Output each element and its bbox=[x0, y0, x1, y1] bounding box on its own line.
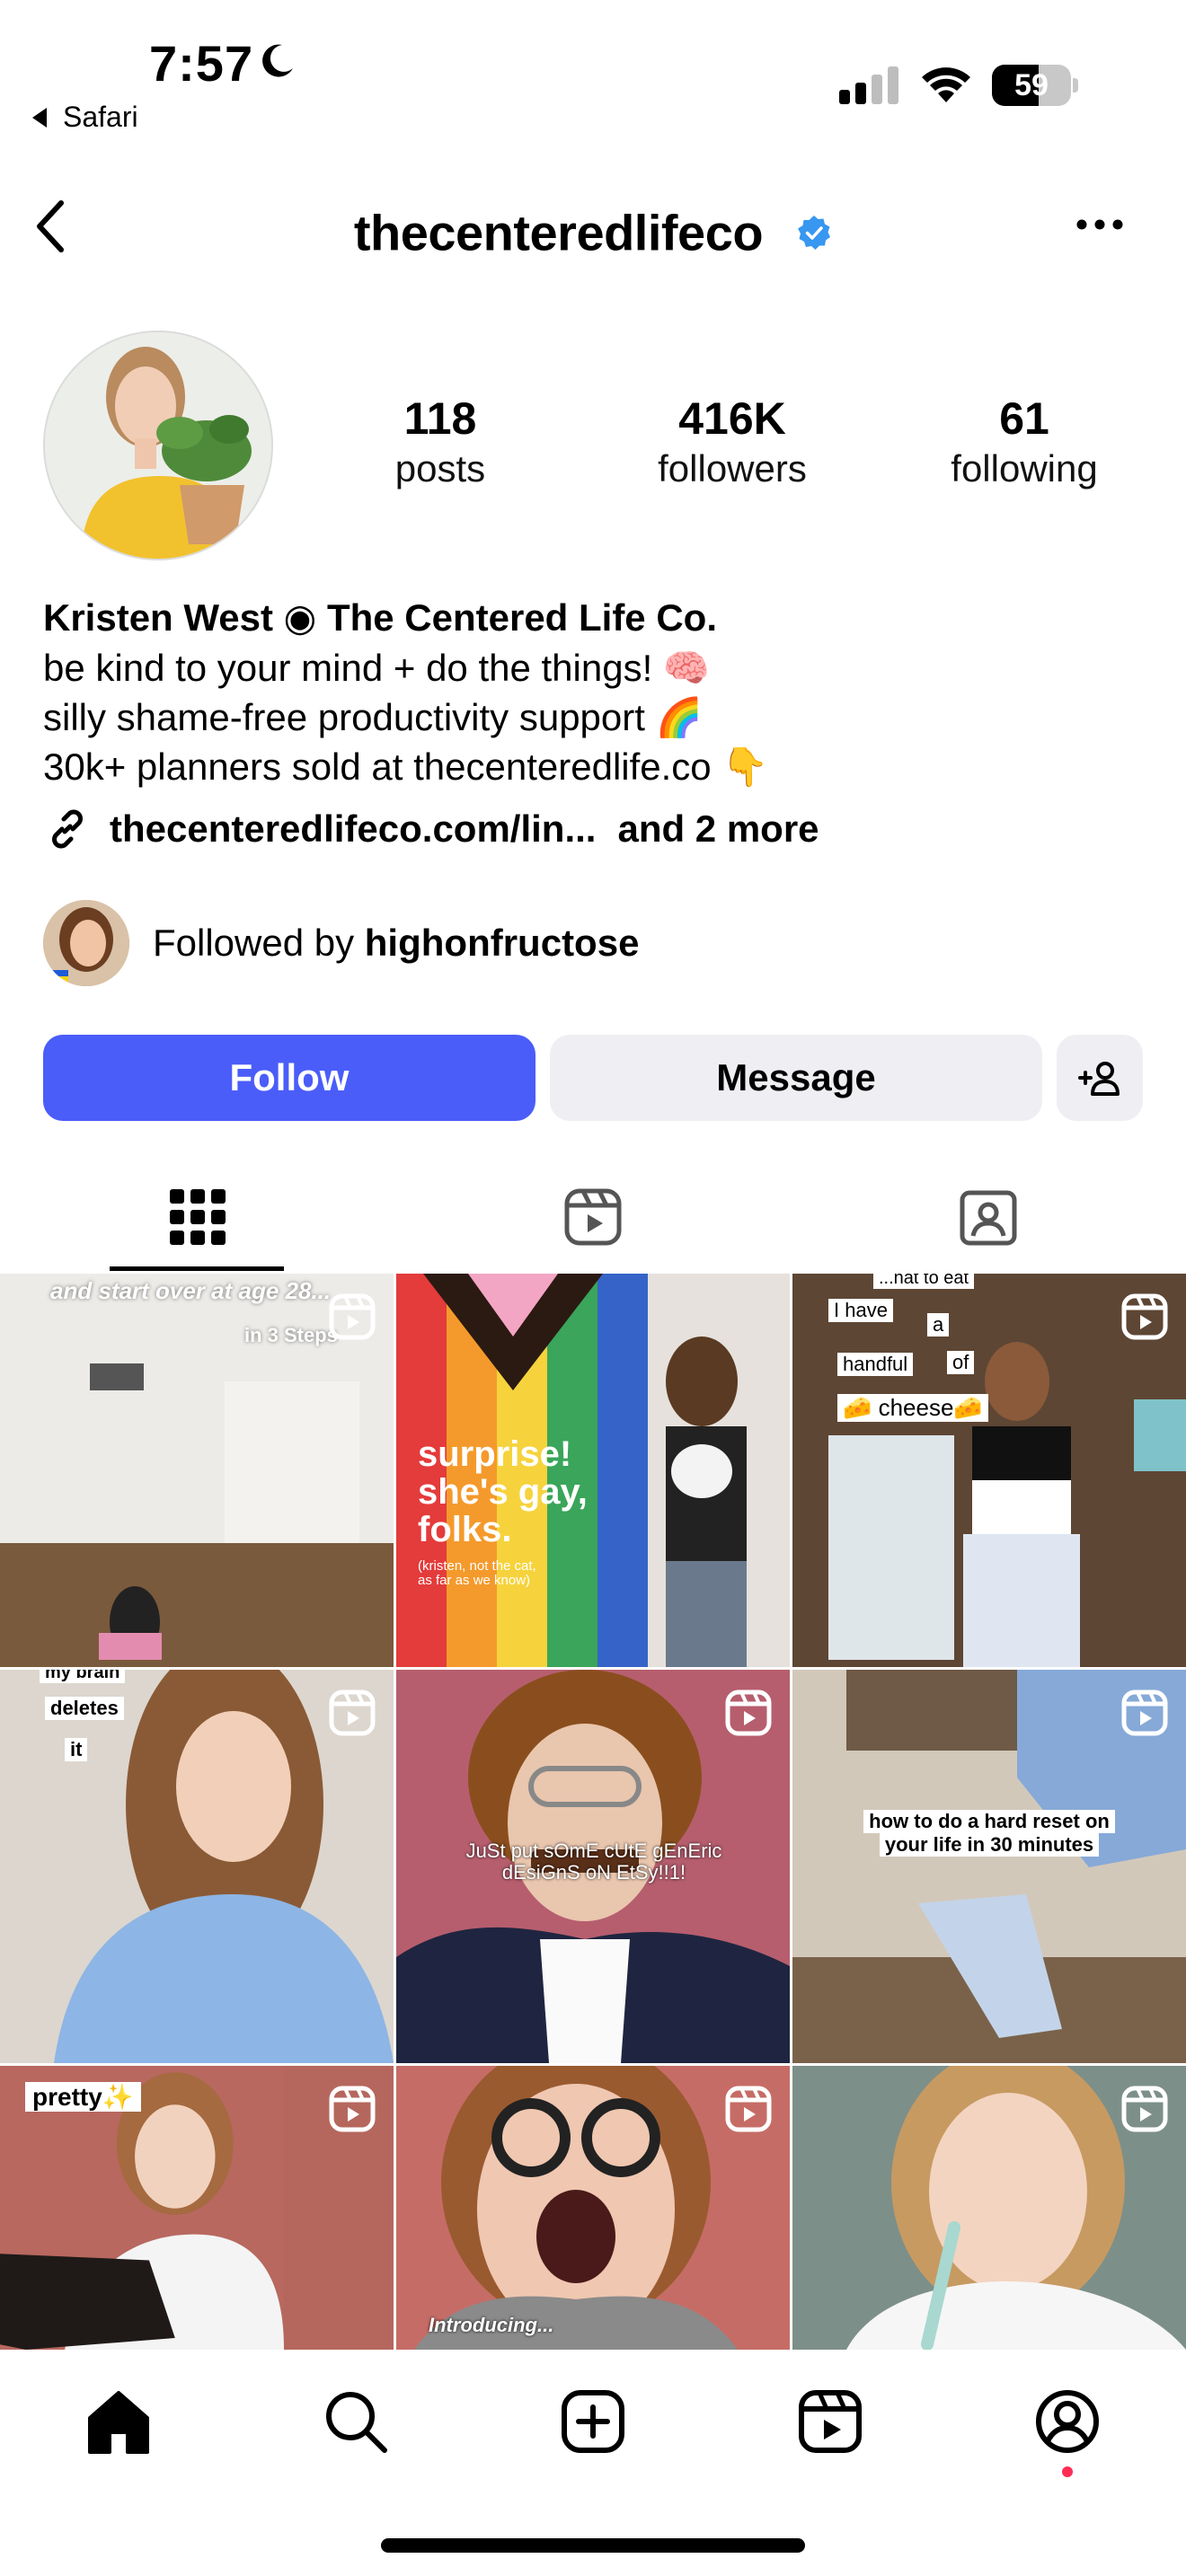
tile-caption: it bbox=[65, 1738, 88, 1761]
cellular-signal-icon bbox=[839, 66, 898, 104]
tab-tagged[interactable] bbox=[791, 1160, 1186, 1274]
post-tile[interactable]: my brain deletes it bbox=[0, 1670, 394, 2063]
tile-caption: (kristen, not the cat, as far as we know… bbox=[418, 1558, 536, 1588]
username-text: thecenteredlifeco bbox=[353, 204, 764, 261]
tile-caption: in 3 Steps bbox=[244, 1324, 338, 1346]
profile-bio: Kristen West ◉ The Centered Life Co. be … bbox=[43, 593, 1148, 791]
post-tile[interactable]: Introducing... bbox=[396, 2066, 790, 2350]
reel-icon bbox=[1121, 2086, 1168, 2132]
battery-indicator: 59 bbox=[992, 65, 1078, 106]
moon-icon bbox=[262, 44, 293, 77]
tile-caption: and start over at age 28... bbox=[50, 1277, 332, 1304]
posts-label: posts bbox=[394, 447, 486, 490]
reels-icon[interactable] bbox=[794, 2386, 866, 2457]
tile-caption: my brain bbox=[40, 1670, 126, 1683]
reel-icon bbox=[329, 2086, 376, 2132]
stat-following[interactable]: 61 following bbox=[907, 393, 1141, 494]
tile-caption: deletes bbox=[45, 1697, 124, 1720]
bio-link[interactable]: thecenteredlifeco.com/lin... and 2 more bbox=[43, 802, 819, 856]
avatar-image bbox=[45, 332, 271, 559]
bio-link-more[interactable]: and 2 more bbox=[617, 807, 819, 851]
profile-stats: 118 posts 416K followers 61 following bbox=[323, 393, 1159, 501]
bio-line: be kind to your mind + do the things! 🧠 bbox=[43, 647, 711, 689]
back-to-app[interactable]: Safari bbox=[32, 101, 138, 134]
more-options-icon[interactable] bbox=[1075, 217, 1125, 232]
home-indicator bbox=[381, 2538, 805, 2553]
status-bar: 7:57 Safari 59 bbox=[0, 0, 1186, 153]
add-user-icon bbox=[1078, 1062, 1120, 1096]
notification-dot bbox=[1062, 2466, 1073, 2477]
tile-caption: Introducing... bbox=[429, 2314, 554, 2336]
tile-caption: of bbox=[947, 1351, 975, 1374]
battery-level-text: 59 bbox=[1014, 68, 1049, 102]
following-count: 61 bbox=[999, 393, 1049, 444]
back-app-label: Safari bbox=[63, 101, 138, 133]
followed-by-user[interactable]: highonfructose bbox=[365, 922, 640, 964]
profile-header: thecenteredlifeco bbox=[0, 180, 1186, 278]
tile-caption: JuSt put sOmE cUtE gEnEric dEsiGnS oN Et… bbox=[465, 1839, 722, 1883]
profile-tabs bbox=[0, 1160, 1186, 1274]
tile-caption: handful bbox=[837, 1353, 914, 1376]
follower-avatar bbox=[43, 900, 129, 986]
home-icon[interactable] bbox=[83, 2386, 155, 2457]
tile-caption: a bbox=[927, 1313, 950, 1337]
reel-icon bbox=[725, 2086, 772, 2132]
post-tile[interactable]: pretty✨ bbox=[0, 2066, 394, 2350]
display-name: Kristen West ◉ The Centered Life Co. bbox=[43, 596, 717, 639]
post-tile[interactable] bbox=[792, 2066, 1186, 2350]
stat-posts[interactable]: 118 posts bbox=[323, 393, 557, 494]
reel-icon bbox=[725, 1689, 772, 1736]
profile-avatar[interactable] bbox=[43, 331, 273, 560]
reel-icon bbox=[1121, 1689, 1168, 1736]
reel-icon bbox=[329, 1293, 376, 1340]
reel-icon bbox=[329, 1689, 376, 1736]
followers-count: 416K bbox=[678, 393, 786, 444]
stat-followers[interactable]: 416K followers bbox=[615, 393, 849, 494]
back-triangle-icon bbox=[32, 107, 47, 128]
tile-caption: I have bbox=[828, 1299, 893, 1322]
tagged-icon bbox=[960, 1190, 1017, 1246]
profile-icon[interactable] bbox=[1031, 2386, 1103, 2457]
tile-caption: how to do a hard reset on your life in 3… bbox=[823, 1810, 1155, 1857]
tile-caption: pretty✨ bbox=[25, 2082, 141, 2112]
tile-caption: surprise! she's gay, folks. bbox=[418, 1434, 588, 1549]
bio-line: 30k+ planners sold at thecenteredlife.co… bbox=[43, 745, 769, 788]
followers-label: followers bbox=[658, 447, 807, 490]
status-time: 7:57 bbox=[149, 35, 254, 92]
tab-reels[interactable] bbox=[395, 1160, 791, 1274]
grid-icon bbox=[170, 1189, 226, 1245]
post-tile[interactable]: and start over at age 28... in 3 Steps bbox=[0, 1274, 394, 1667]
bio-line: silly shame-free productivity support 🌈 bbox=[43, 696, 703, 738]
link-icon bbox=[52, 809, 83, 849]
tile-caption: ...nat to eat bbox=[873, 1274, 975, 1289]
reel-icon bbox=[1121, 1293, 1168, 1340]
active-tab-indicator bbox=[110, 1266, 284, 1271]
post-tile[interactable]: JuSt put sOmE cUtE gEnEric dEsiGnS oN Et… bbox=[396, 1670, 790, 2063]
wifi-icon bbox=[922, 67, 970, 102]
profile-username-title: thecenteredlifeco bbox=[0, 199, 1186, 262]
tile-caption: 🧀 cheese🧀 bbox=[837, 1394, 988, 1422]
posts-count: 118 bbox=[403, 393, 477, 444]
following-label: following bbox=[951, 447, 1098, 490]
posts-grid: and start over at age 28... in 3 Steps s… bbox=[0, 1274, 1186, 2350]
post-tile[interactable]: surprise! she's gay, folks. (kristen, no… bbox=[396, 1274, 790, 1667]
message-button[interactable]: Message bbox=[550, 1035, 1042, 1121]
create-icon[interactable] bbox=[557, 2386, 629, 2457]
reels-tab-icon bbox=[564, 1188, 622, 1246]
suggested-users-button[interactable] bbox=[1057, 1035, 1143, 1121]
verified-badge-icon bbox=[798, 216, 831, 251]
followed-by-prefix: Followed by bbox=[153, 922, 355, 964]
tab-posts-grid[interactable] bbox=[0, 1160, 395, 1274]
search-icon[interactable] bbox=[320, 2386, 392, 2457]
follow-button[interactable]: Follow bbox=[43, 1035, 535, 1121]
followed-by-row[interactable]: Followed by highonfructose bbox=[43, 900, 639, 986]
post-tile[interactable]: how to do a hard reset on your life in 3… bbox=[792, 1670, 1186, 2063]
bio-link-text[interactable]: thecenteredlifeco.com/lin... bbox=[110, 807, 596, 851]
post-tile[interactable]: ...nat to eat I have a handful of 🧀 chee… bbox=[792, 1274, 1186, 1667]
followed-by-text: Followed by highonfructose bbox=[153, 922, 639, 965]
